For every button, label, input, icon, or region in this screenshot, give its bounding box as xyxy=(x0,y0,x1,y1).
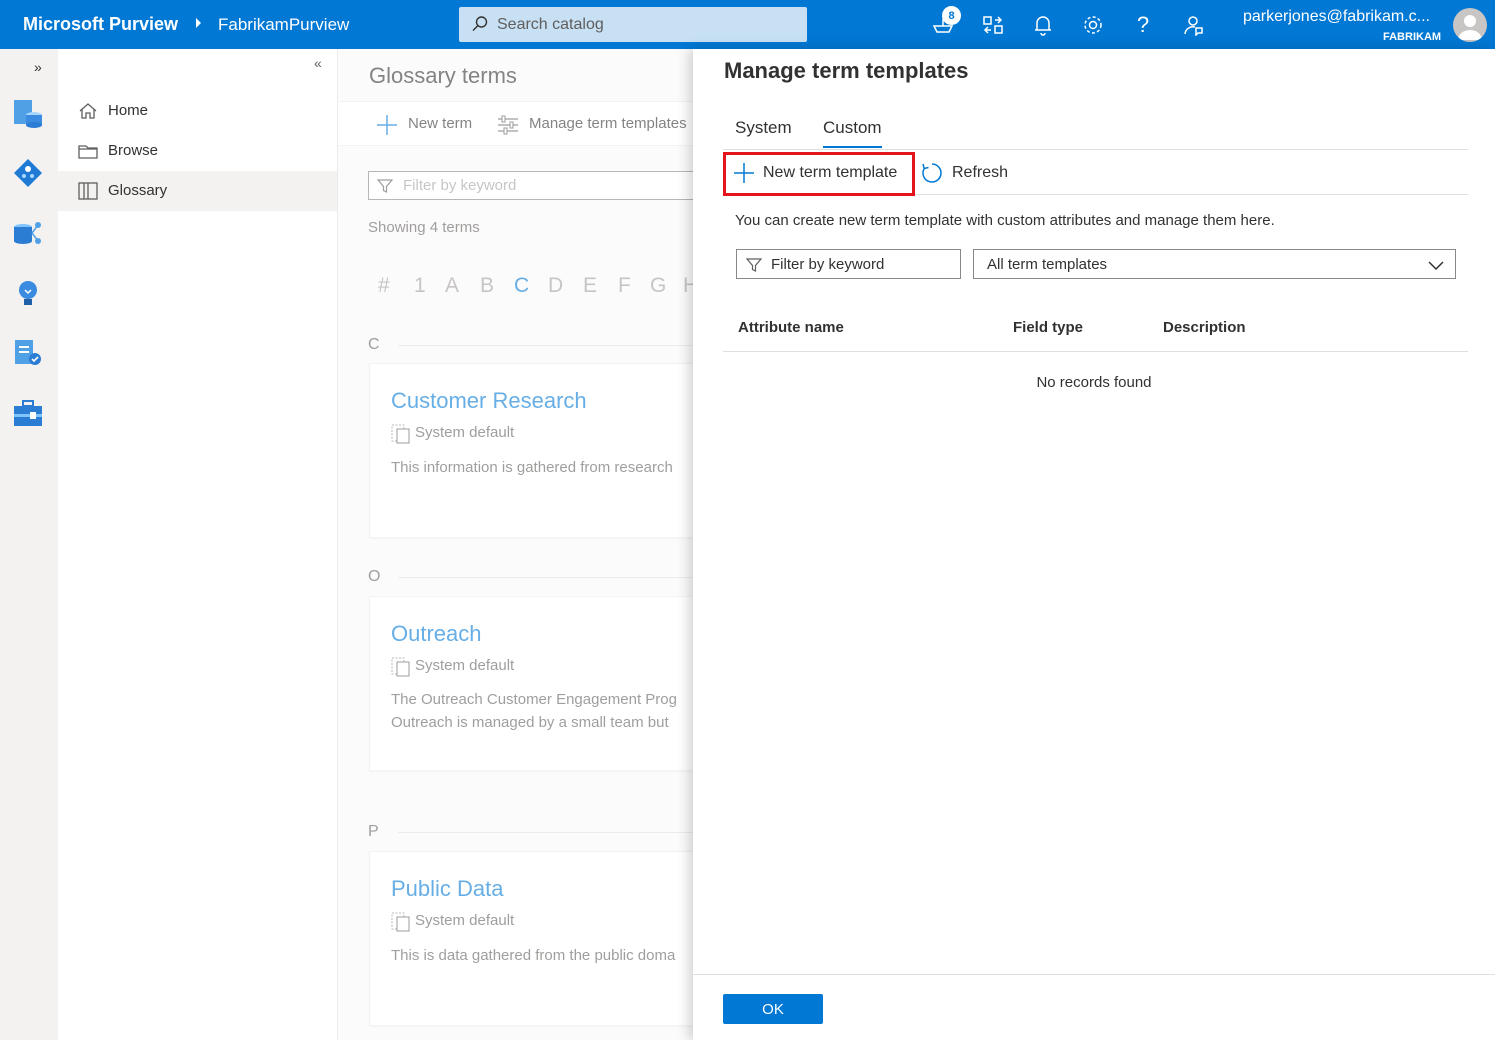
user-email[interactable]: parkerjones@fabrikam.c... xyxy=(1243,8,1430,26)
nav-item-label: Browse xyxy=(108,142,159,159)
template-filter[interactable] xyxy=(736,249,961,279)
template-filter-input[interactable] xyxy=(771,250,956,278)
tab-custom[interactable]: Custom xyxy=(823,118,882,148)
gear-icon xyxy=(1084,16,1102,34)
panel-title: Manage term templates xyxy=(724,58,969,83)
nav-item-browse[interactable]: Browse xyxy=(58,131,337,171)
column-header-attribute-name[interactable]: Attribute name xyxy=(738,319,844,336)
panel-hint: You can create new term template with cu… xyxy=(735,212,1275,229)
switch-directory-icon xyxy=(983,16,1003,34)
data-catalog-icon[interactable] xyxy=(12,157,44,189)
data-map-icon[interactable] xyxy=(12,97,44,129)
nav-item-label: Home xyxy=(108,102,149,119)
data-estate-icon[interactable] xyxy=(12,217,44,249)
modal-overlay xyxy=(338,49,693,1040)
bell-icon xyxy=(1035,16,1051,36)
ok-button[interactable]: OK xyxy=(723,994,823,1024)
folder-icon xyxy=(78,141,98,165)
feedback-button[interactable] xyxy=(1180,12,1206,38)
column-header-field-type[interactable]: Field type xyxy=(1013,319,1083,336)
search-input[interactable] xyxy=(497,7,797,42)
tab-divider xyxy=(723,149,1468,150)
nav-item-home[interactable]: Home xyxy=(58,91,337,131)
column-header-description[interactable]: Description xyxy=(1163,319,1246,336)
tab-system[interactable]: System xyxy=(735,118,792,146)
brand-title[interactable]: Microsoft Purview xyxy=(23,14,178,35)
help-button[interactable]: ? xyxy=(1130,12,1156,38)
directory-button[interactable] xyxy=(980,12,1006,38)
refresh-icon xyxy=(921,162,943,189)
left-rail: » xyxy=(0,49,58,1040)
footer-divider xyxy=(693,974,1495,975)
search-icon xyxy=(471,15,489,38)
account-name[interactable]: FabrikamPurview xyxy=(218,15,349,35)
toolbar-divider xyxy=(723,194,1468,195)
avatar[interactable] xyxy=(1453,8,1487,42)
table-header-divider xyxy=(723,351,1468,352)
notification-badge: 8 xyxy=(942,6,961,25)
nav-item-label: Glossary xyxy=(108,182,168,199)
bell-button[interactable] xyxy=(1030,12,1056,38)
plus-icon xyxy=(733,162,755,189)
top-bar: Microsoft Purview FabrikamPurview 8 ? pa… xyxy=(0,0,1495,49)
book-icon xyxy=(78,181,98,205)
collapse-nav-button[interactable]: « xyxy=(314,55,322,71)
manage-term-templates-panel: Manage term templates System Custom New … xyxy=(693,49,1495,1040)
filter-icon xyxy=(745,257,763,278)
nav-item-glossary[interactable]: Glossary xyxy=(58,171,337,211)
nav-panel: « Home Browse Glossary xyxy=(58,49,338,1040)
home-icon xyxy=(78,101,98,125)
management-toolbox-icon[interactable] xyxy=(12,397,44,429)
policy-check-icon[interactable] xyxy=(12,337,44,369)
expand-rail-button[interactable]: » xyxy=(34,59,42,75)
glossary-page: Glossary terms New term Manage term temp… xyxy=(338,49,693,1040)
user-tenant: FABRIKAM xyxy=(1383,31,1442,43)
template-type-dropdown[interactable]: All term templates xyxy=(973,249,1456,279)
search-box[interactable] xyxy=(459,7,807,42)
breadcrumb-chevron-icon xyxy=(196,18,201,28)
empty-state: No records found xyxy=(1036,374,1152,391)
person-icon xyxy=(1458,15,1482,40)
dropdown-value: All term templates xyxy=(987,256,1108,273)
insights-lightbulb-icon[interactable] xyxy=(12,277,44,309)
chevron-down-icon xyxy=(1427,256,1445,279)
question-icon: ? xyxy=(1136,12,1150,37)
feedback-icon xyxy=(1184,16,1203,36)
settings-button[interactable] xyxy=(1080,12,1106,38)
